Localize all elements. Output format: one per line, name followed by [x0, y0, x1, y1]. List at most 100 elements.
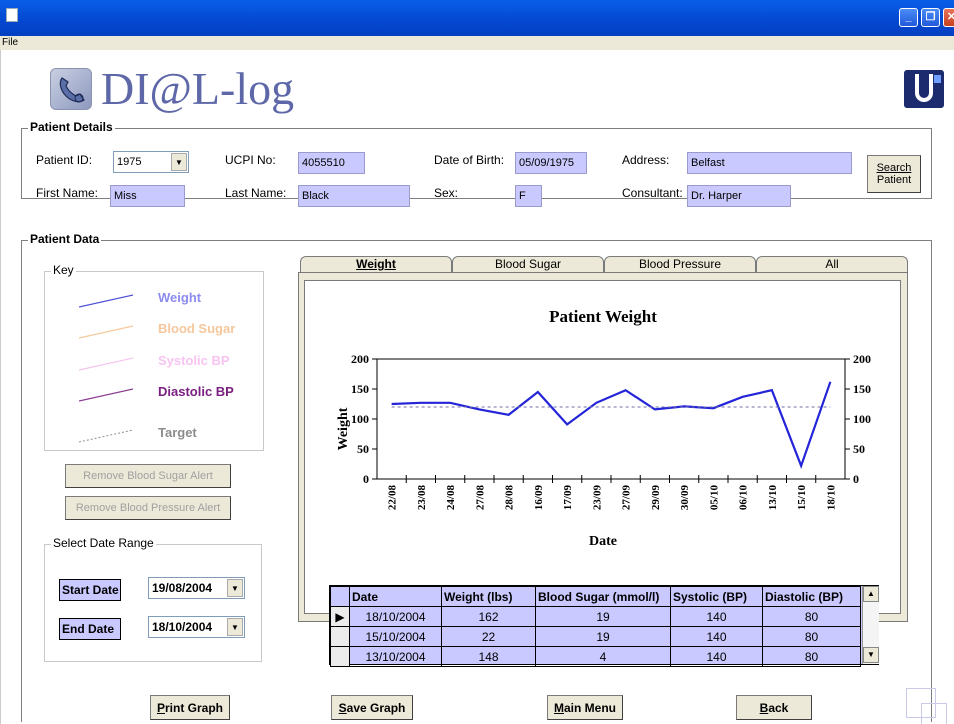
chart-x-axis-label: Date [589, 534, 617, 549]
sex-label: Sex: [434, 186, 459, 200]
y-tick-label: 200 [351, 352, 369, 366]
plot-frame [376, 358, 846, 480]
column-header-blood-sugar[interactable]: Blood Sugar (mmol/l) [535, 586, 671, 607]
table-scrollbar[interactable]: ▲ ▼ [862, 586, 879, 664]
patient-data-title: Patient Data [28, 232, 102, 246]
remove-blood-pressure-alert-button[interactable]: Remove Blood Pressure Alert [65, 496, 231, 520]
y-tick-label: 100 [351, 412, 369, 426]
cell-blood-sugar[interactable]: 19 [535, 626, 671, 647]
x-tick-label: 22/08 [387, 485, 399, 511]
y-tick-label: 150 [351, 382, 369, 396]
weight-series-line [391, 381, 832, 469]
x-tick-label: 27/08 [474, 485, 486, 511]
chevron-down-icon[interactable]: ▼ [171, 153, 187, 171]
patient-id-select[interactable]: 1975 ▼ [113, 151, 189, 173]
start-date-picker[interactable]: 19/08/2004 ▼ [148, 577, 245, 599]
resize-decoration [921, 703, 947, 724]
y-tick-label: 200 [853, 352, 871, 366]
ucpi-field[interactable]: 4055510 [298, 152, 365, 174]
cell-systolic[interactable]: 140 [670, 646, 763, 667]
date-range-title: Select Date Range [51, 536, 156, 550]
cell-weight[interactable]: 162 [441, 606, 536, 627]
x-tick-label: 30/09 [679, 485, 691, 511]
current-row-icon: ▶ [330, 606, 350, 627]
column-header-systolic[interactable]: Systolic (BP) [670, 586, 763, 607]
end-date-label: End Date [59, 618, 121, 640]
tab-weight[interactable]: Weight [300, 256, 452, 273]
app-window-icon[interactable] [6, 8, 18, 22]
x-tick-label: 05/10 [708, 485, 720, 511]
chevron-down-icon[interactable]: ▼ [227, 618, 243, 636]
print-graph-button[interactable]: Print Graph [150, 695, 230, 720]
save-graph-button[interactable]: Save Graph [331, 695, 413, 720]
weight-chart-svg: Patient Weight Date Weight 0 0 50 50 100 100 1… [336, 307, 871, 549]
cell-date[interactable]: 15/10/2004 [349, 626, 442, 647]
remove-blood-sugar-alert-button[interactable]: Remove Blood Sugar Alert [65, 464, 231, 488]
main-window: DI@L-log Patient Details Patient ID: 197… [0, 50, 954, 724]
key-weight-label: Weight [158, 290, 202, 305]
table-row[interactable]: ▶ 18/10/2004 162 19 140 80 [330, 606, 861, 627]
menu-bar: File [0, 36, 954, 50]
readings-table[interactable]: Date Weight (lbs) Blood Sugar (mmol/l) S… [329, 585, 879, 667]
app-title: DI@L-log [101, 63, 295, 114]
scroll-down-icon[interactable]: ▼ [863, 647, 879, 663]
column-header-weight[interactable]: Weight (lbs) [441, 586, 536, 607]
phone-icon [50, 68, 92, 110]
cell-blood-sugar[interactable]: 4 [535, 646, 671, 667]
cell-blood-sugar[interactable]: 19 [535, 606, 671, 627]
cell-weight[interactable]: 148 [441, 646, 536, 667]
maximize-button[interactable]: ❐ [921, 8, 940, 27]
patient-id-label: Patient ID: [36, 153, 93, 167]
chevron-down-icon[interactable]: ▼ [227, 579, 243, 597]
column-header-diastolic[interactable]: Diastolic (BP) [762, 586, 861, 607]
close-button[interactable]: ✕ [943, 8, 954, 27]
cell-date[interactable]: 13/10/2004 [349, 646, 442, 667]
cell-diastolic[interactable]: 80 [762, 646, 861, 667]
cell-diastolic[interactable]: 80 [762, 606, 861, 627]
patient-details-group: Patient Details Patient ID: 1975 ▼ UCPI … [21, 120, 932, 207]
scroll-up-icon[interactable]: ▲ [863, 586, 879, 602]
menu-file[interactable]: File [2, 37, 18, 48]
cell-weight[interactable]: 22 [441, 626, 536, 647]
last-name-field[interactable]: Black [298, 185, 410, 207]
first-name-field[interactable]: Miss [110, 185, 185, 207]
table-row[interactable]: 15/10/2004 22 19 140 80 [330, 626, 861, 647]
column-header-date[interactable]: Date [349, 586, 442, 607]
diastolic-key-line [79, 388, 134, 402]
minimize-button[interactable]: _ [899, 8, 918, 27]
cell-diastolic[interactable]: 80 [762, 626, 861, 647]
y-tick-label: 0 [853, 472, 859, 486]
key-systolic: Systolic BP [45, 348, 265, 378]
address-field[interactable]: Belfast [687, 152, 852, 174]
tab-blood-pressure[interactable]: Blood Pressure [604, 256, 756, 273]
key-blood-sugar: Blood Sugar [45, 316, 265, 346]
row-selector[interactable] [330, 626, 350, 647]
institution-logo [904, 70, 944, 108]
row-selector[interactable] [330, 646, 350, 667]
tab-blood-sugar[interactable]: Blood Sugar [452, 256, 604, 273]
x-tick-label: 13/10 [767, 485, 779, 511]
start-date-label: Start Date [59, 579, 121, 601]
weight-key-line [79, 294, 134, 308]
search-patient-button[interactable]: Search Patient [867, 155, 921, 193]
table-row[interactable]: 13/10/2004 148 4 140 80 [330, 646, 861, 667]
chart-title: Patient Weight [549, 307, 657, 326]
cell-systolic[interactable]: 140 [670, 606, 763, 627]
tab-all[interactable]: All [756, 256, 908, 273]
x-tick-label: 23/08 [416, 485, 428, 511]
target-key-line [79, 429, 134, 443]
x-tick-label: 15/10 [796, 485, 808, 511]
y-tick-label: 50 [357, 442, 369, 456]
cell-systolic[interactable]: 140 [670, 626, 763, 647]
dob-field[interactable]: 05/09/1975 [515, 152, 587, 174]
row-selector-header [330, 586, 350, 607]
cell-date[interactable]: 18/10/2004 [349, 606, 442, 627]
main-menu-button[interactable]: Main Menu [547, 695, 623, 720]
back-button[interactable]: Back [736, 695, 812, 720]
end-date-picker[interactable]: 18/10/2004 ▼ [148, 616, 245, 638]
consultant-field[interactable]: Dr. Harper [687, 185, 791, 207]
tab-panel: Patient Weight Date Weight 0 0 50 50 100 100 1… [298, 272, 908, 622]
sex-field[interactable]: F [515, 185, 542, 207]
blood-sugar-key-line [79, 325, 134, 339]
x-tick-label: 27/09 [621, 485, 633, 511]
